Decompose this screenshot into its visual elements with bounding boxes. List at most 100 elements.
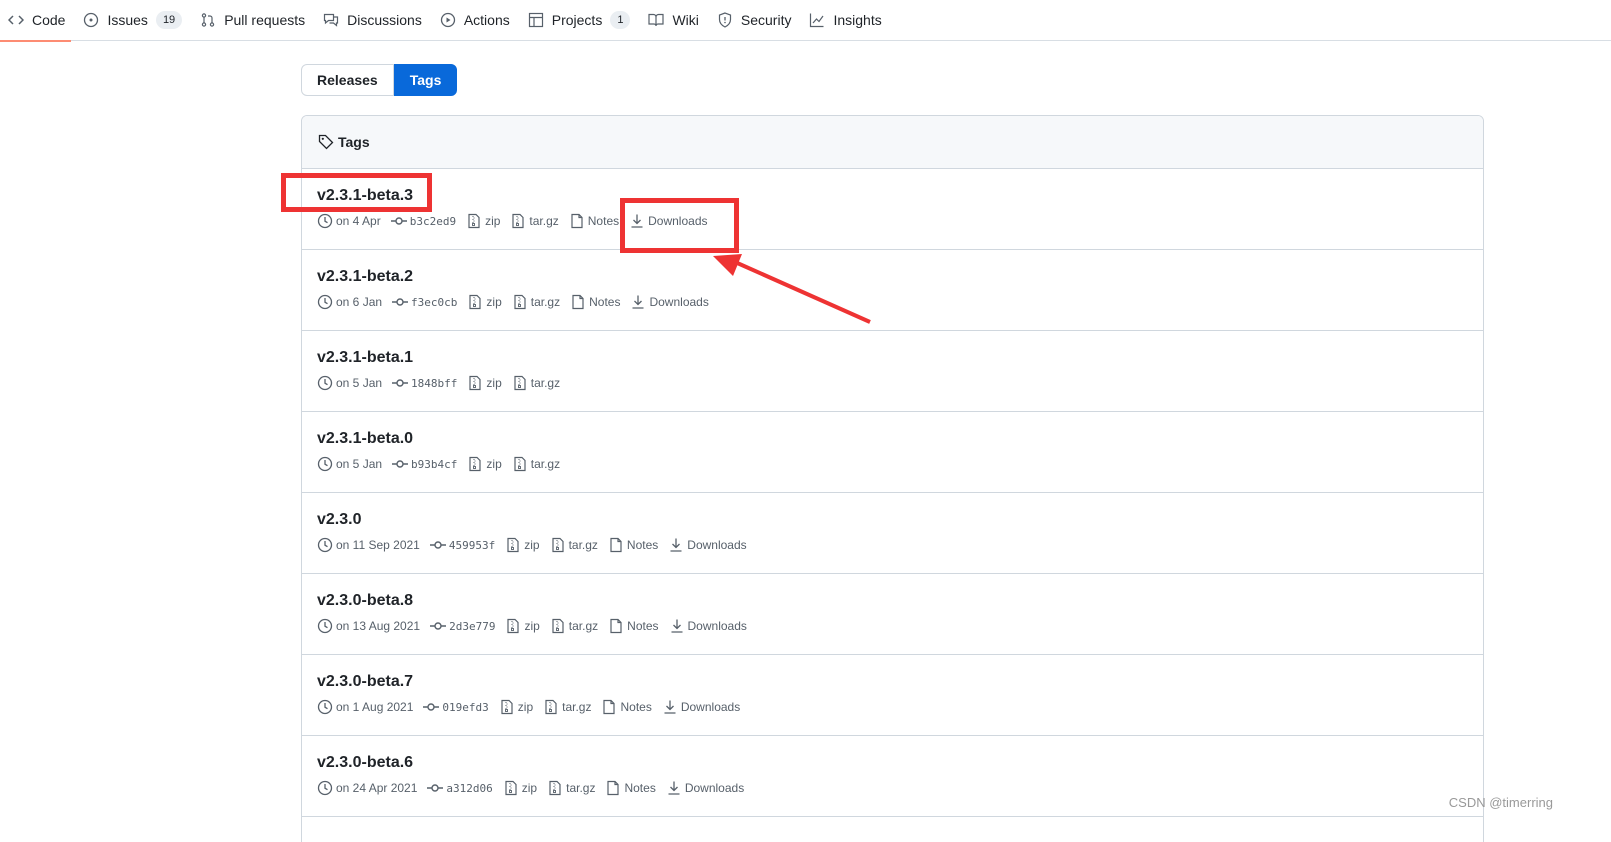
downloads-link[interactable]: Downloads [669,618,747,634]
targz-label: tar.gz [529,214,559,228]
targz-download-link[interactable]: tar.gz [510,213,559,229]
zip-download-link[interactable]: zip [505,618,540,634]
tag-date-text: on 4 Apr [336,214,381,228]
notes-link[interactable]: Notes [569,213,619,229]
downloads-link[interactable]: Downloads [630,294,709,310]
file-zip-icon [512,213,525,229]
notes-link[interactable]: Notes [605,780,656,796]
releases-button[interactable]: Releases [301,64,394,96]
file-zip-icon [514,375,526,391]
tag-name-link[interactable]: v2.3.0 [317,511,361,528]
zip-download-link[interactable]: zip [467,375,502,391]
notes-label: Notes [620,700,652,714]
targz-download-link[interactable]: tar.gz [550,537,598,553]
tab-wiki[interactable]: Wiki [646,0,710,41]
clock-icon [317,780,333,796]
tab-security[interactable]: Security [715,0,804,41]
file-zip-icon [469,375,482,391]
notes-link[interactable]: Notes [608,618,659,634]
commit-sha: 019efd3 [442,700,489,714]
downloads-label: Downloads [687,619,747,633]
zip-label: zip [485,214,501,228]
commit-link[interactable]: 2d3e779 [430,618,495,634]
commit-link[interactable]: f3ec0cb [392,294,457,310]
downloads-link[interactable]: Downloads [662,699,740,715]
tag-row: v2.3.0 on 11 Sep 2021 459953f zip tar.gz… [302,493,1483,574]
targz-download-link[interactable]: tar.gz [547,780,595,796]
targz-download-link[interactable]: tar.gz [512,294,560,310]
notes-link[interactable]: Notes [601,699,652,715]
commit-link[interactable]: b93b4cf [392,456,457,472]
zip-download-link[interactable]: zip [467,294,502,310]
tag-name-link[interactable]: v2.3.1-beta.2 [317,268,413,285]
tag-name-link[interactable]: v2.3.0-beta.8 [317,592,413,609]
tag-name-link[interactable]: v2.3.0-beta.7 [317,673,413,690]
commit-icon [390,217,407,225]
tag-date-text: on 5 Jan [336,457,383,471]
commit-icon [430,622,447,630]
repo-nav: Code Issues 19 Pull requests Discussions… [0,0,1611,42]
targz-download-link[interactable]: tar.gz [550,618,598,634]
commit-link[interactable]: b3c2ed9 [390,213,456,229]
tab-issues[interactable]: Issues 19 [81,0,194,41]
clock-icon [317,699,333,715]
book-icon [648,12,665,28]
tag-meta: on 24 Apr 2021 a312d06 zip tar.gz Notes … [317,777,1467,799]
tag-name-link[interactable]: v2.3.1-beta.0 [317,430,413,447]
downloads-label: Downloads [680,700,741,714]
tag-date: on 13 Aug 2021 [317,618,420,634]
tags-box-header: Tags [302,116,1483,169]
downloads-label: Downloads [649,295,709,309]
tag-row: v2.3.0-beta.7 on 1 Aug 2021 019efd3 zip … [302,655,1483,736]
commit-link[interactable]: 019efd3 [423,699,489,715]
tab-wiki-label: Wiki [672,12,699,28]
commit-link[interactable]: a312d06 [427,780,493,796]
downloads-link[interactable]: Downloads [666,780,744,796]
targz-label: tar.gz [530,295,561,309]
tag-meta: on 4 Apr b3c2ed9 zip tar.gz Notes Downlo… [317,210,1467,232]
notes-link[interactable]: Notes [570,294,620,310]
file-zip-icon [514,294,526,310]
tab-insights[interactable]: Insights [807,0,893,41]
zip-download-link[interactable]: zip [467,456,502,472]
file-zip-icon [552,618,564,634]
tags-box: Tags v2.3.1-beta.3 on 4 Apr b3c2ed9 zip … [301,115,1484,842]
tag-meta: on 5 Jan 1848bff zip tar.gz [317,372,1467,394]
tags-box-title: Tags [338,134,370,150]
targz-download-link[interactable]: tar.gz [543,699,591,715]
zip-download-link[interactable]: zip [466,213,500,229]
commit-link[interactable]: 459953f [429,537,495,553]
commit-icon [427,784,444,792]
zip-download-link[interactable]: zip [505,537,540,553]
tab-discussions[interactable]: Discussions [321,0,434,41]
targz-download-link[interactable]: tar.gz [512,375,560,391]
tag-list: v2.3.1-beta.3 on 4 Apr b3c2ed9 zip tar.g… [302,169,1483,817]
tag-name-link[interactable]: v2.3.1-beta.1 [317,349,413,366]
commit-icon [392,298,409,306]
tab-security-label: Security [740,12,792,28]
tab-pull-requests[interactable]: Pull requests [198,0,317,41]
clock-icon [317,213,333,229]
zip-download-link[interactable]: zip [503,780,537,796]
tab-projects[interactable]: Projects 1 [526,0,643,41]
tab-actions[interactable]: Actions [438,0,522,41]
issue-icon [83,12,99,28]
zip-label: zip [486,457,502,471]
tag-date-text: on 11 Sep 2021 [336,538,420,552]
tab-code[interactable]: Code [0,0,77,42]
file-zip-icon [501,699,513,715]
tag-name-link[interactable]: v2.3.0-beta.6 [317,754,413,771]
zip-label: zip [517,700,534,714]
discussion-icon [323,12,339,28]
notes-link[interactable]: Notes [608,537,658,553]
tab-issues-label: Issues [107,12,148,28]
tag-meta: on 6 Jan f3ec0cb zip tar.gz Notes Downlo… [317,291,1467,313]
targz-download-link[interactable]: tar.gz [512,456,560,472]
notes-label: Notes [587,214,620,228]
downloads-link[interactable]: Downloads [668,537,747,553]
tags-button[interactable]: Tags [393,64,458,96]
commit-link[interactable]: 1848bff [392,375,457,391]
zip-download-link[interactable]: zip [499,699,533,715]
commit-sha: f3ec0cb [411,295,458,309]
tag-date: on 6 Jan [317,294,382,310]
